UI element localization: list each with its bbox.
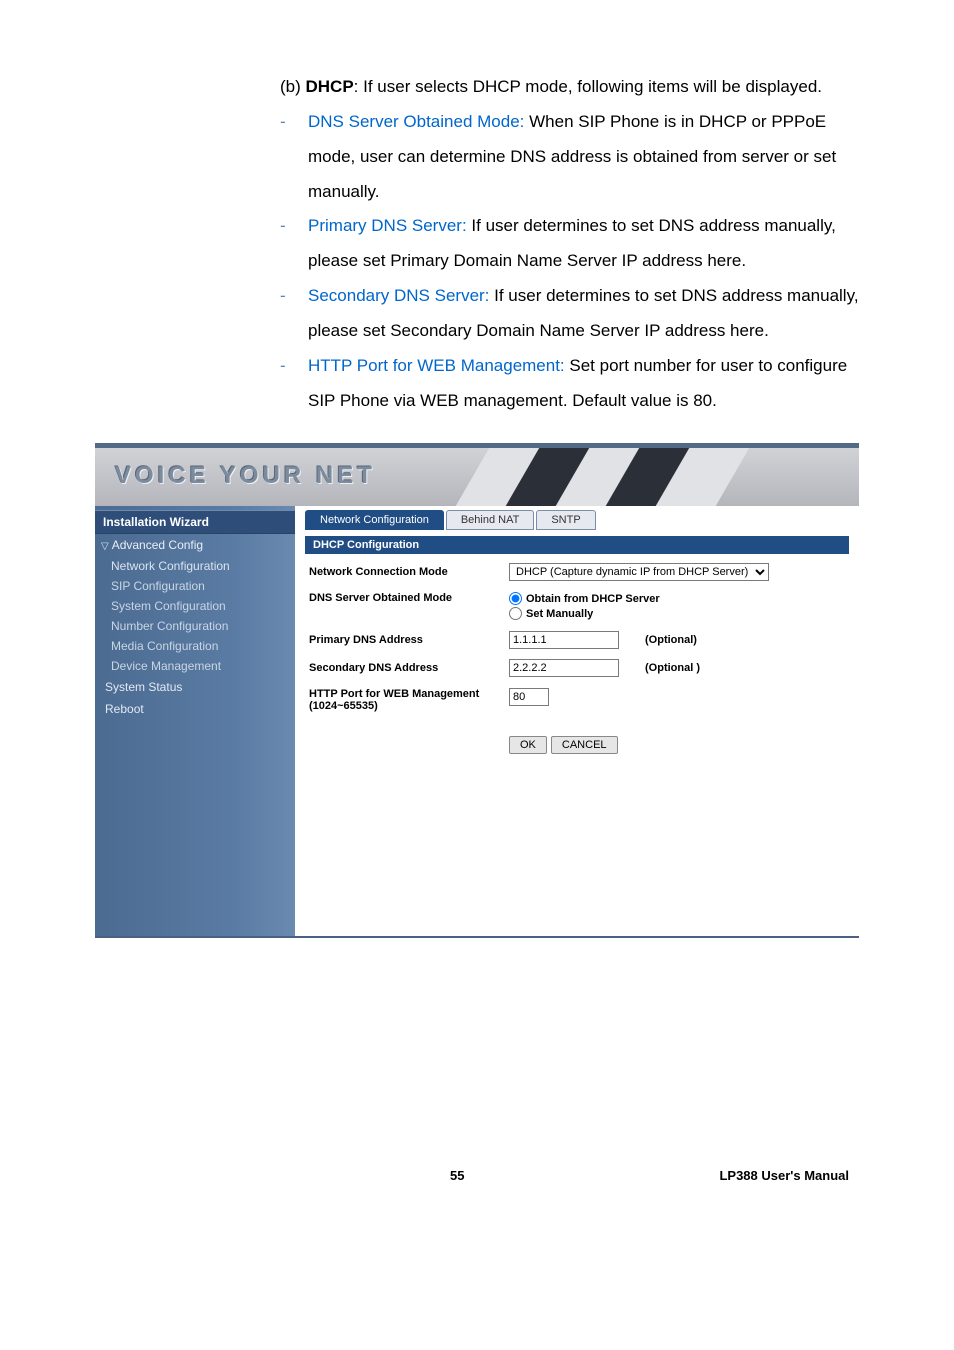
radio-obtain-dhcp[interactable] [509,592,522,605]
tab-sntp[interactable]: SNTP [536,510,595,530]
row-http-port: HTTP Port for WEB Management(1024~65535) [305,682,849,718]
ok-button[interactable]: OK [509,736,547,754]
screenshot: VOICE YOUR NET Installation Wizard Advan… [95,443,859,938]
label-secondary-dns: Secondary DNS Address [309,662,509,674]
cancel-button[interactable]: CANCEL [551,736,618,754]
banner-title: VOICE YOUR NET [115,462,376,490]
button-row: OK CANCEL [509,736,849,754]
sidebar-link-number[interactable]: Number Configuration [95,616,295,636]
sidebar-reboot[interactable]: Reboot [95,698,295,720]
doc-item-b: (b) DHCP: If user selects DHCP mode, fol… [280,70,859,105]
doc-item-secondary-dns: Secondary DNS Server: If user determines… [280,279,859,349]
b-prefix: (b) [280,77,306,96]
label-http-port: HTTP Port for WEB Management(1024~65535) [309,688,509,712]
row-dns-mode: DNS Server Obtained Mode Obtain from DHC… [305,586,849,626]
doc-item-http-port: HTTP Port for WEB Management: Set port n… [280,349,859,419]
opt-secondary: (Optional ) [645,662,700,674]
b-bold: DHCP [306,77,354,96]
sidebar-status[interactable]: System Status [95,676,295,698]
manual-name: LP388 User's Manual [719,1168,849,1183]
blue-label-1: Primary DNS Server: [308,216,471,235]
sidebar-link-network[interactable]: Network Configuration [95,556,295,576]
blue-label-3: HTTP Port for WEB Management: [308,356,569,375]
sidebar-link-device[interactable]: Device Management [95,656,295,676]
b-text: : If user selects DHCP mode, following i… [354,77,822,96]
row-connection-mode: Network Connection Mode DHCP (Capture dy… [305,558,849,586]
sidebar-link-system[interactable]: System Configuration [95,596,295,616]
radio-label-obtain: Obtain from DHCP Server [526,593,660,605]
input-secondary-dns[interactable] [509,659,619,677]
radio-set-manually[interactable] [509,607,522,620]
tab-network[interactable]: Network Configuration [305,510,444,530]
blue-label-2: Secondary DNS Server: [308,286,494,305]
banner-graphic [479,448,729,506]
label-dns-mode: DNS Server Obtained Mode [309,592,509,604]
input-http-port[interactable] [509,688,549,706]
sidebar: Installation Wizard Advanced Config Netw… [95,506,295,936]
sidebar-link-sip[interactable]: SIP Configuration [95,576,295,596]
blue-label-0: DNS Server Obtained Mode: [308,112,529,131]
sidebar-link-media[interactable]: Media Configuration [95,636,295,656]
row-primary-dns: Primary DNS Address (Optional) [305,626,849,654]
sidebar-advanced[interactable]: Advanced Config [95,534,295,556]
label-primary-dns: Primary DNS Address [309,634,509,646]
opt-primary: (Optional) [645,634,697,646]
panel-title: DHCP Configuration [305,536,849,554]
sidebar-wizard[interactable]: Installation Wizard [95,510,295,534]
page-number: 55 [450,1168,464,1183]
doc-item-dns-mode: DNS Server Obtained Mode: When SIP Phone… [280,105,859,210]
doc-item-primary-dns: Primary DNS Server: If user determines t… [280,209,859,279]
tab-behind-nat[interactable]: Behind NAT [446,510,535,530]
select-connection-mode[interactable]: DHCP (Capture dynamic IP from DHCP Serve… [509,563,769,581]
content-area: Network Configuration Behind NAT SNTP DH… [295,506,859,936]
banner: VOICE YOUR NET [95,448,859,506]
footer: 55 LP388 User's Manual [95,1168,859,1183]
input-primary-dns[interactable] [509,631,619,649]
tabs: Network Configuration Behind NAT SNTP [305,510,849,530]
label-connection-mode: Network Connection Mode [309,566,509,578]
radio-label-manual: Set Manually [526,608,593,620]
row-secondary-dns: Secondary DNS Address (Optional ) [305,654,849,682]
